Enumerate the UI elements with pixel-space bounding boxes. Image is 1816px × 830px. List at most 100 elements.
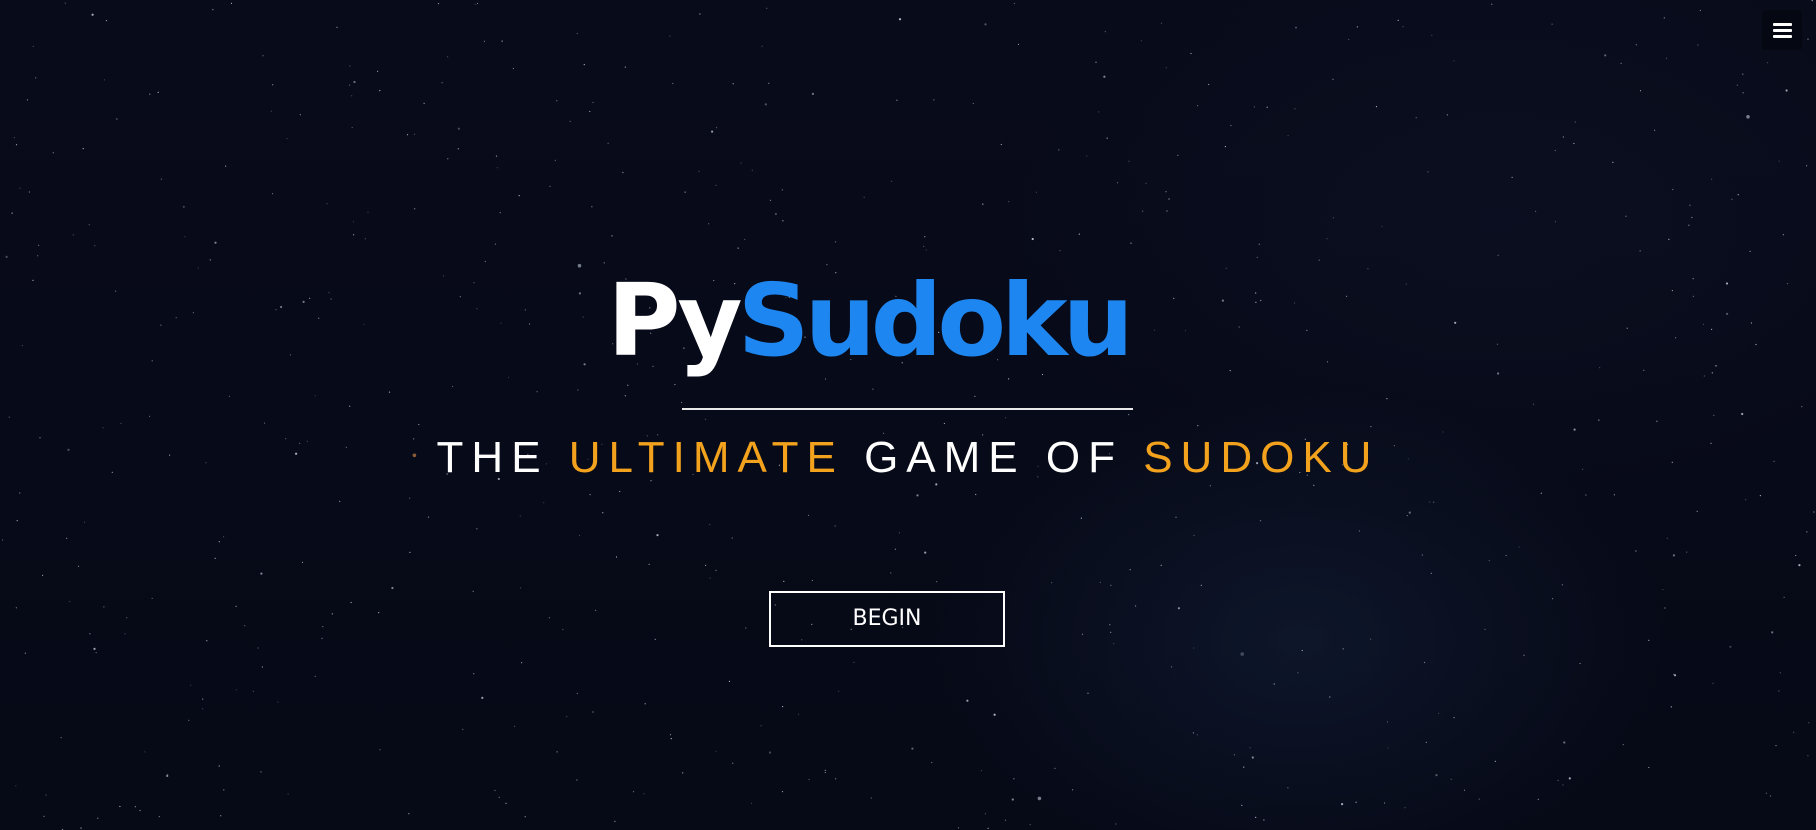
star (225, 165, 227, 167)
star (611, 235, 613, 237)
star (781, 791, 784, 793)
star (24, 652, 26, 654)
star (1446, 114, 1448, 116)
star (824, 769, 826, 771)
star (761, 45, 763, 47)
star (126, 617, 128, 619)
star (1540, 492, 1542, 494)
star (218, 765, 220, 767)
star (766, 7, 768, 9)
star (1450, 778, 1452, 780)
star (1431, 34, 1433, 36)
star (811, 92, 815, 95)
star (711, 130, 714, 133)
star (811, 579, 814, 582)
star (26, 99, 29, 101)
star (1058, 149, 1060, 151)
star (1672, 554, 1675, 557)
star (512, 67, 515, 70)
star (495, 155, 498, 157)
star (1329, 696, 1331, 698)
star (1, 539, 4, 541)
star (669, 734, 672, 736)
star (783, 580, 785, 583)
star (1666, 537, 1668, 539)
star (589, 110, 591, 113)
star (351, 95, 353, 97)
star (744, 238, 746, 240)
star (1031, 237, 1034, 241)
star (1795, 554, 1797, 557)
star (1778, 160, 1780, 162)
star (1585, 494, 1587, 496)
star (244, 625, 246, 627)
star (322, 626, 324, 628)
star (549, 185, 551, 187)
star (1429, 501, 1431, 503)
star (774, 212, 778, 216)
star (1742, 73, 1744, 75)
star (737, 247, 739, 249)
star (82, 148, 84, 150)
star (715, 127, 718, 129)
star (1404, 807, 1406, 809)
star (1233, 754, 1236, 756)
star (1297, 672, 1299, 674)
star (1806, 165, 1808, 167)
star (1746, 115, 1750, 119)
star (1013, 778, 1015, 780)
begin-button[interactable]: BEGIN (769, 591, 1005, 647)
star (896, 99, 898, 101)
star (1662, 589, 1664, 591)
star (1779, 672, 1781, 674)
star (353, 80, 356, 84)
star (223, 789, 225, 791)
star (409, 497, 411, 499)
star (1574, 121, 1576, 123)
hamburger-menu-icon[interactable] (1762, 10, 1802, 50)
star (37, 255, 39, 257)
star (975, 493, 977, 496)
star (1175, 516, 1177, 518)
star (188, 719, 190, 721)
star (1415, 117, 1417, 119)
star (326, 203, 328, 205)
star (270, 110, 272, 112)
star (911, 747, 914, 750)
star (592, 711, 594, 713)
star (1051, 582, 1053, 584)
star (202, 708, 204, 710)
star (103, 606, 105, 608)
star (1782, 234, 1784, 236)
star (1287, 787, 1289, 789)
star (1142, 210, 1144, 212)
star (1453, 60, 1455, 62)
star (1491, 3, 1493, 5)
star (38, 244, 40, 246)
star (1258, 243, 1260, 245)
star (1511, 176, 1513, 178)
star (158, 816, 160, 818)
star (1168, 198, 1170, 200)
star (632, 791, 635, 793)
star (1463, 789, 1466, 791)
star (1110, 584, 1112, 587)
star (116, 118, 118, 120)
star (144, 751, 146, 753)
star (1562, 136, 1564, 138)
star (64, 2, 66, 4)
star (708, 223, 710, 225)
star (235, 605, 237, 607)
star (583, 64, 585, 66)
star (1699, 9, 1701, 12)
star (1397, 19, 1399, 21)
star (1313, 484, 1315, 486)
star (202, 698, 204, 700)
star (314, 675, 316, 678)
star (1078, 233, 1080, 235)
star (184, 236, 186, 238)
star (499, 212, 501, 214)
star (1672, 188, 1674, 191)
star (644, 703, 646, 705)
star (643, 793, 645, 795)
